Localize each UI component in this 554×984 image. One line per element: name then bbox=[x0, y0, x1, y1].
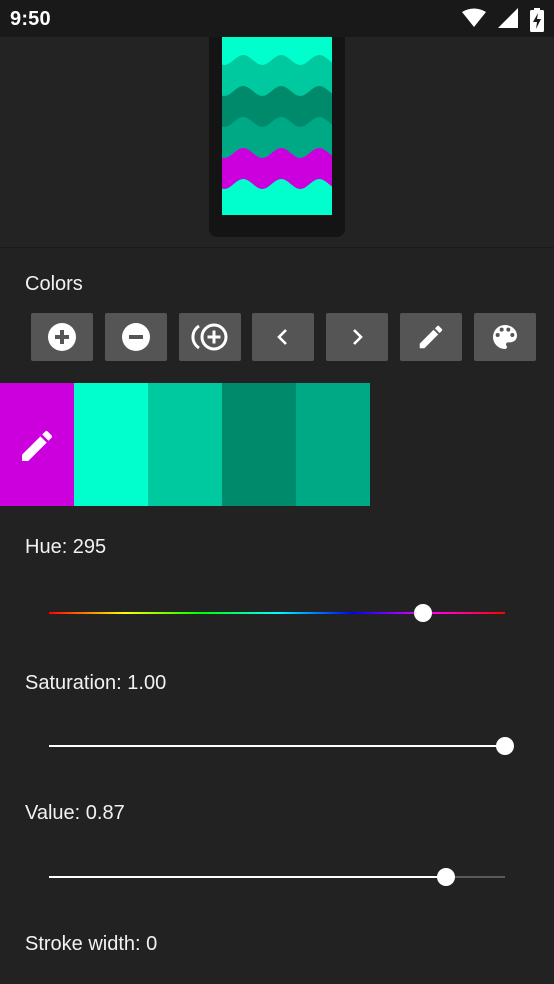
add-color-button[interactable] bbox=[31, 313, 93, 361]
plus-circle-icon bbox=[48, 323, 76, 351]
value-slider[interactable] bbox=[49, 865, 505, 889]
colors-section-title: Colors bbox=[25, 273, 83, 295]
hue-slider[interactable] bbox=[49, 601, 505, 625]
move-left-button[interactable] bbox=[252, 313, 314, 361]
remove-color-button[interactable] bbox=[105, 313, 167, 361]
wallpaper-preview-area bbox=[0, 37, 554, 248]
swatch-3[interactable] bbox=[148, 383, 222, 506]
saturation-slider-fill bbox=[49, 745, 505, 747]
hue-slider-thumb[interactable] bbox=[413, 604, 432, 622]
battery-charging-icon bbox=[530, 8, 544, 32]
chevron-left-icon bbox=[277, 329, 287, 345]
palette-button[interactable] bbox=[474, 313, 536, 361]
swatch-5[interactable] bbox=[296, 383, 370, 506]
cellular-signal-icon bbox=[498, 8, 518, 28]
value-slider-fill bbox=[49, 876, 446, 878]
swatch-selected[interactable] bbox=[0, 383, 74, 506]
saturation-label: Saturation: 1.00 bbox=[25, 672, 167, 694]
value-slider-thumb[interactable] bbox=[436, 868, 455, 886]
wifi-icon bbox=[462, 8, 486, 27]
minus-circle-icon bbox=[122, 323, 150, 351]
phone-preview-frame bbox=[209, 37, 345, 237]
value-label: Value: 0.87 bbox=[25, 802, 125, 824]
wave-preview bbox=[222, 37, 332, 215]
saturation-slider[interactable] bbox=[49, 734, 514, 758]
pencil-icon bbox=[22, 430, 53, 461]
duplicate-color-button[interactable] bbox=[179, 313, 241, 361]
palette-icon bbox=[493, 325, 517, 349]
edit-color-button[interactable] bbox=[400, 313, 462, 361]
wave-band bbox=[222, 179, 332, 215]
stroke-width-label: Stroke width: 0 bbox=[25, 933, 158, 955]
chevron-right-icon bbox=[353, 329, 363, 345]
wave-preview-screen bbox=[222, 37, 332, 215]
swatch-2[interactable] bbox=[74, 383, 148, 506]
saturation-slider-thumb[interactable] bbox=[496, 737, 514, 755]
status-bar: 9:50 bbox=[0, 0, 554, 37]
status-time: 9:50 bbox=[10, 8, 51, 30]
hue-label: Hue: 295 bbox=[25, 536, 107, 558]
move-right-button[interactable] bbox=[326, 313, 388, 361]
swatch-4[interactable] bbox=[222, 383, 296, 506]
hue-slider-track bbox=[49, 612, 505, 614]
add-circle-stack-icon bbox=[191, 323, 228, 351]
pencil-icon bbox=[419, 325, 443, 349]
